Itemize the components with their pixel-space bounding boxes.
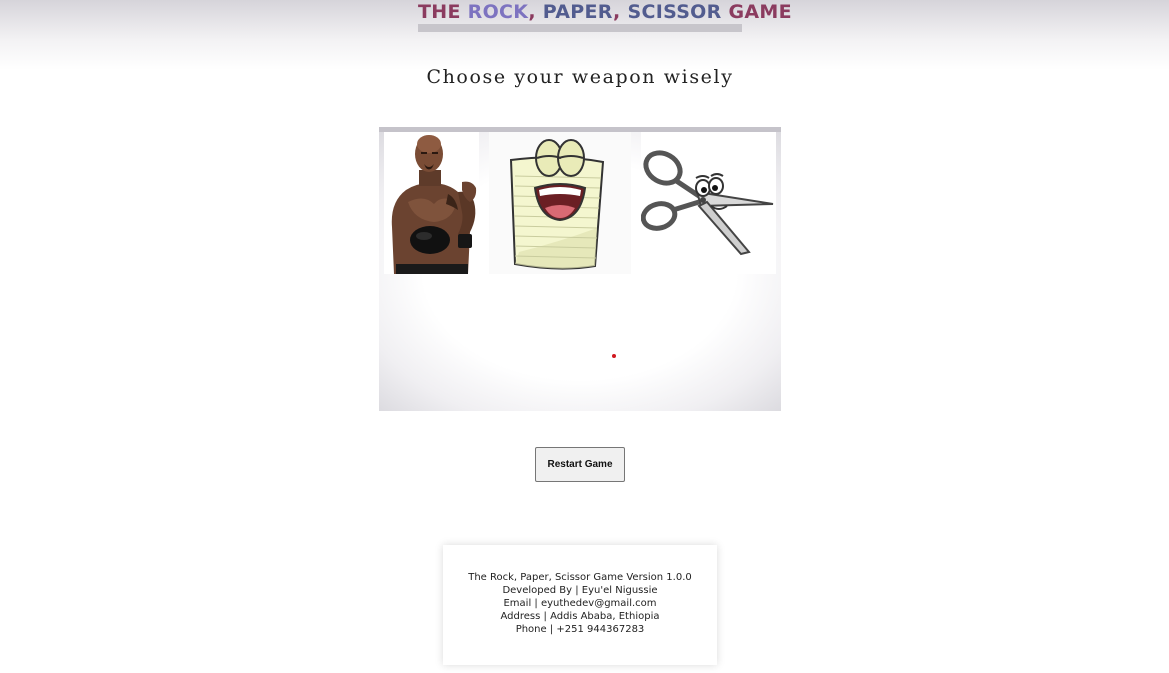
title-comma-1: ,	[528, 1, 543, 23]
title-underline	[418, 24, 742, 32]
footer-developer: Developed By | Eyu'el Nigussie	[502, 585, 658, 596]
result-indicator-dot	[612, 354, 616, 358]
subtitle: Choose your weapon wisely	[426, 66, 734, 88]
footer-address: Address | Addis Ababa, Ethiopia	[500, 611, 660, 622]
title-comma-2: ,	[613, 1, 628, 23]
title-space	[722, 1, 729, 23]
footer-card: The Rock, Paper, Scissor Game Version 1.…	[443, 545, 717, 665]
scissor-weapon-button[interactable]	[641, 132, 776, 274]
rock-weapon-button[interactable]	[384, 132, 479, 274]
paper-weapon-button[interactable]	[489, 132, 631, 274]
title-word-game: GAME	[728, 1, 792, 23]
title-word-rock: ROCK	[467, 1, 529, 23]
title-word-scissor: SCISSOR	[627, 1, 722, 23]
footer-email: Email | eyuthedev@gmail.com	[503, 598, 657, 609]
game-board	[379, 127, 781, 411]
footer-version: The Rock, Paper, Scissor Game Version 1.…	[468, 572, 692, 583]
footer-phone: Phone | +251 944367283	[515, 624, 645, 635]
game-title: THE ROCK, PAPER, SCISSOR GAME	[418, 0, 792, 24]
rock-wrestler-icon	[384, 132, 479, 274]
title-word-the: THE	[418, 1, 468, 23]
smiling-paper-icon	[489, 132, 631, 274]
smiling-scissors-icon	[641, 132, 776, 274]
game-title-banner: THE ROCK, PAPER, SCISSOR GAME	[418, 0, 792, 32]
title-word-paper: PAPER	[542, 1, 614, 23]
restart-game-button[interactable]: Restart Game	[535, 447, 625, 482]
